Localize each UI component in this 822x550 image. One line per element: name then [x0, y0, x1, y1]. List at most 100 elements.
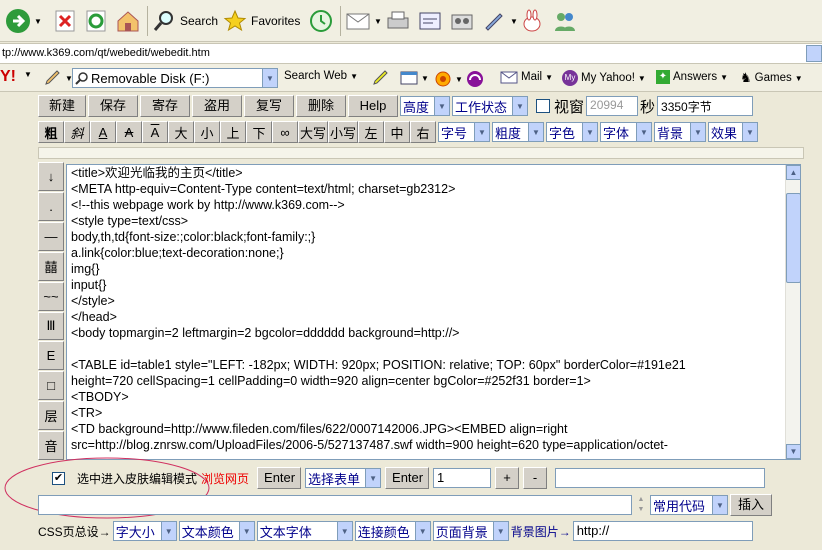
page-bg-select[interactable]: 页面背景 ▼: [432, 521, 509, 541]
font-family-select[interactable]: 字体 ▼: [600, 122, 652, 142]
bold-button[interactable]: 粗: [38, 121, 64, 143]
contacts-button[interactable]: [552, 6, 578, 36]
common-code-select[interactable]: 常用代码 ▼: [650, 495, 728, 515]
history-button[interactable]: [308, 6, 334, 36]
help-button[interactable]: Help: [348, 95, 398, 117]
messenger-button[interactable]: ▼: [482, 6, 518, 36]
mail-label: Mail: [521, 71, 543, 83]
form-select-label: 选择表单: [308, 471, 361, 487]
insert-button[interactable]: 插入: [730, 494, 772, 516]
scroll-up-arrow[interactable]: ▲: [786, 165, 801, 180]
subscript-button[interactable]: 下: [246, 121, 272, 143]
save-button[interactable]: 保存: [88, 95, 138, 117]
pencil-button[interactable]: ▼: [44, 70, 73, 86]
answers-link[interactable]: ✦ Answers ▼: [656, 70, 728, 84]
font-size-select[interactable]: 字号 ▼: [438, 122, 490, 142]
headset-button[interactable]: [466, 70, 484, 88]
plus-button[interactable]: +: [495, 467, 520, 489]
editor-scrollbar[interactable]: ▲ ▼: [785, 165, 801, 459]
superscript-button[interactable]: 上: [220, 121, 246, 143]
code-line: <style type=text/css>: [71, 214, 189, 228]
weight-select[interactable]: 粗度 ▼: [492, 122, 544, 142]
delete-button[interactable]: 删除: [296, 95, 346, 117]
scroll-thumb[interactable]: [786, 193, 801, 283]
strike-button[interactable]: A: [116, 121, 142, 143]
align-right-button[interactable]: 右: [410, 121, 436, 143]
italic-button[interactable]: 斜: [64, 121, 90, 143]
align-left-button[interactable]: 左: [358, 121, 384, 143]
mail-link[interactable]: Mail ▼: [500, 70, 553, 84]
font-size-label: 字号: [441, 125, 468, 141]
status-select[interactable]: 工作状态 ▼: [452, 96, 528, 116]
search-web-button[interactable]: Search Web ▼: [284, 70, 358, 82]
home-button[interactable]: [115, 6, 141, 36]
seconds-field[interactable]: 20994: [586, 96, 639, 116]
sidebar-box-button[interactable]: □: [38, 371, 64, 401]
sidebar-layer-button[interactable]: 层: [38, 401, 64, 431]
font-color-select[interactable]: 字色 ▼: [546, 122, 598, 142]
enter-button-2[interactable]: Enter: [385, 467, 430, 489]
bg-image-input[interactable]: http://: [572, 521, 753, 541]
my-yahoo-link[interactable]: My My Yahoo! ▼: [562, 70, 646, 86]
sidebar-char-button[interactable]: 囍: [38, 251, 64, 281]
sidebar-dot-button[interactable]: .: [38, 191, 64, 221]
search-button[interactable]: Search: [152, 6, 218, 36]
height-select-label: 高度: [403, 99, 430, 115]
smaller-button[interactable]: 小: [194, 121, 220, 143]
link-color-select[interactable]: 连接颜色 ▼: [354, 521, 431, 541]
text-size-select[interactable]: 字大小 ▼: [112, 521, 177, 541]
print-button[interactable]: [386, 6, 410, 36]
code-input[interactable]: [38, 495, 632, 515]
new-button[interactable]: 新建: [38, 95, 86, 117]
disk-select[interactable]: Removable Disk (F:) ▼: [72, 68, 278, 88]
refresh-button[interactable]: [85, 6, 107, 36]
rewrite-button[interactable]: 复写: [244, 95, 294, 117]
underline-button[interactable]: A: [90, 121, 116, 143]
stop-button[interactable]: [54, 6, 76, 36]
sidebar-e-button[interactable]: E: [38, 341, 64, 371]
sidebar-table-button[interactable]: Ⅲ: [38, 311, 64, 341]
address-dropdown[interactable]: [806, 45, 822, 62]
link-color-label: 连接颜色: [357, 524, 410, 540]
count-field[interactable]: 1: [433, 468, 492, 488]
bigger-button[interactable]: 大: [168, 121, 194, 143]
edit-button[interactable]: [418, 6, 442, 36]
mail-button[interactable]: ▼: [346, 6, 382, 36]
effect-select[interactable]: 效果 ▼: [708, 122, 758, 142]
align-center-button[interactable]: 中: [384, 121, 410, 143]
scroll-down-arrow[interactable]: ▼: [786, 444, 801, 459]
extra-field[interactable]: [555, 468, 766, 488]
height-select[interactable]: 高度 ▼: [400, 96, 450, 116]
uppercase-button[interactable]: 大写: [298, 121, 328, 143]
rabbit-button[interactable]: [520, 6, 544, 36]
form-select[interactable]: 选择表单 ▼: [305, 468, 382, 488]
text-font-select[interactable]: 文本字体 ▼: [256, 521, 353, 541]
target-button[interactable]: ▼: [434, 70, 463, 88]
discuss-button[interactable]: [450, 6, 474, 36]
code-editor[interactable]: <title>欢迎光临我的主页</title> <META http-equiv=…: [66, 164, 801, 460]
link-button[interactable]: ∞: [272, 121, 298, 143]
copy-site-button[interactable]: 盗用: [192, 95, 242, 117]
sidebar-hr-button[interactable]: —: [38, 221, 64, 251]
background-select[interactable]: 背景 ▼: [654, 122, 706, 142]
overline-button[interactable]: A: [142, 121, 168, 143]
sidebar-marquee-button[interactable]: ~~: [38, 281, 64, 311]
games-link[interactable]: ♞ Games ▼: [740, 70, 803, 86]
forward-button[interactable]: ▼: [6, 6, 42, 36]
favorites-button[interactable]: Favorites: [223, 6, 300, 36]
store-button[interactable]: 寄存: [140, 95, 190, 117]
sidebar-down-button[interactable]: ↓: [38, 162, 64, 191]
lowercase-button[interactable]: 小写: [328, 121, 358, 143]
highlight-button[interactable]: [372, 70, 390, 86]
minus-button[interactable]: -: [523, 467, 548, 489]
enter-button-1[interactable]: Enter: [257, 467, 302, 489]
layout-button[interactable]: ▼: [400, 70, 429, 86]
code-line: img{}: [71, 262, 100, 276]
yahoo-menu[interactable]: ▼: [24, 70, 32, 79]
address-bar[interactable]: tp://www.k369.com/qt/webedit/webedit.htm: [0, 43, 822, 64]
window-checkbox[interactable]: [536, 99, 550, 113]
bytes-field[interactable]: 3350字节: [657, 96, 754, 116]
text-color-select[interactable]: 文本颜色 ▼: [178, 521, 255, 541]
spinner[interactable]: ▲ ▼: [634, 495, 648, 515]
